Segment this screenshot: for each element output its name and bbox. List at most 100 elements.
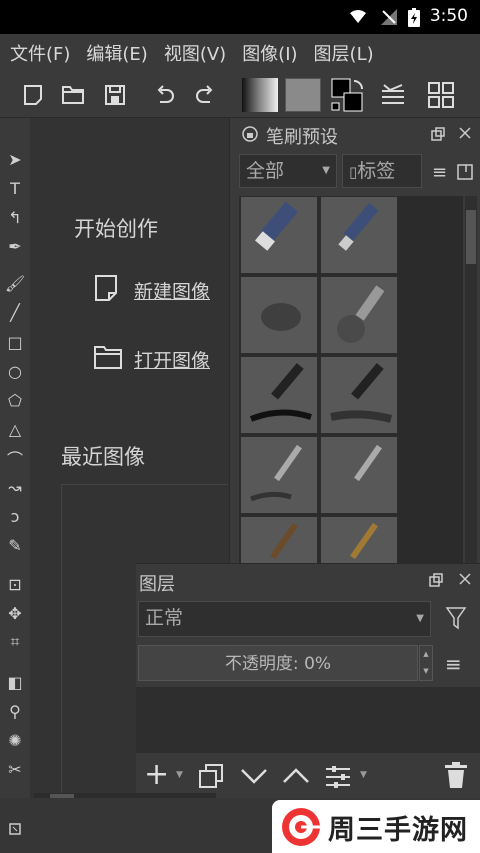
- brush-preset-ink-1[interactable]: [240, 436, 318, 514]
- float-icon[interactable]: [430, 126, 446, 142]
- transform-tool-icon[interactable]: ⊡: [4, 573, 26, 595]
- calligraphy-icon[interactable]: ✒: [4, 235, 26, 257]
- main-toolbar: [0, 72, 480, 118]
- open-button[interactable]: [58, 80, 88, 110]
- select-tool-icon[interactable]: ➤: [4, 148, 26, 170]
- workspace-button[interactable]: [426, 80, 456, 110]
- polygon-tool-icon[interactable]: ⬠: [4, 389, 26, 411]
- move-layer-up-icon[interactable]: [282, 767, 310, 785]
- close-icon[interactable]: [458, 126, 472, 140]
- rectangle-tool-icon[interactable]: □: [4, 331, 26, 353]
- polyline-tool-icon[interactable]: △: [4, 418, 26, 440]
- brush-preset-airbrush[interactable]: [240, 276, 318, 354]
- layers-docker: 图层 正常 ▼ 不透明度: 0% ▲ ▼ ≡ + ▼ ▼: [136, 563, 480, 799]
- brush-settings-icon: [382, 84, 404, 104]
- brush-presets-docker: 笔刷预设 全部 ▼ ▯标签 ≡: [236, 118, 480, 563]
- float-icon[interactable]: [428, 572, 444, 588]
- menu-layer[interactable]: 图层(L): [314, 40, 374, 66]
- battery-icon: [408, 8, 420, 27]
- brush-preset-eraser-1[interactable]: [240, 196, 318, 274]
- dynamic-brush-icon[interactable]: ↄ: [4, 505, 26, 527]
- new-image-link[interactable]: 新建图像: [134, 277, 210, 304]
- ellipse-tool-icon[interactable]: ○: [4, 360, 26, 382]
- brush-docker-title: 笔刷预设: [266, 127, 338, 148]
- smart-patch-icon[interactable]: ✺: [4, 729, 26, 751]
- status-bar: 3:50: [0, 0, 480, 34]
- brush-options-button[interactable]: [378, 80, 408, 110]
- blend-mode-select[interactable]: 正常 ▼: [138, 601, 431, 637]
- gradient-tool-icon[interactable]: ◧: [4, 671, 26, 693]
- freehand-brush-icon[interactable]: 🖌: [4, 272, 26, 294]
- gradient-selector[interactable]: [242, 78, 278, 112]
- canvas-only-icon[interactable]: [8, 822, 22, 836]
- brush-scroll-thumb[interactable]: [466, 210, 476, 264]
- move-tool-icon[interactable]: ✥: [4, 602, 26, 624]
- signal-off-icon: [381, 9, 397, 25]
- new-image-icon: [95, 275, 117, 301]
- layers-docker-title: 图层: [139, 574, 175, 595]
- redo-button[interactable]: [190, 80, 220, 110]
- filter-icon[interactable]: [445, 606, 467, 630]
- docker-lock-icon[interactable]: [242, 126, 258, 142]
- redo-icon: [196, 85, 213, 103]
- opacity-spinner[interactable]: ▲ ▼: [419, 645, 433, 681]
- brush-preset-brush-1[interactable]: [240, 516, 318, 563]
- brush-preset-marker-1[interactable]: [240, 356, 318, 434]
- color-picker-icon[interactable]: ⚲: [4, 700, 26, 722]
- open-image-icon: [94, 346, 122, 369]
- pattern-selector[interactable]: [285, 78, 321, 112]
- layer-list: [136, 687, 480, 753]
- brush-preset-marker-2[interactable]: [320, 356, 398, 434]
- chevron-down-icon: ▼: [322, 165, 330, 176]
- text-tool-icon[interactable]: T: [4, 177, 26, 199]
- start-title: 开始创作: [74, 217, 158, 241]
- line-tool-icon[interactable]: ╱: [4, 301, 26, 323]
- brush-filter-select[interactable]: 全部 ▼: [239, 154, 337, 188]
- clock: 3:50: [429, 6, 468, 26]
- undo-button[interactable]: [150, 80, 180, 110]
- workspace-grid-icon: [428, 82, 454, 108]
- brush-grid-empty: [403, 196, 463, 563]
- color-swap[interactable]: [330, 77, 366, 113]
- delete-layer-icon[interactable]: [444, 761, 468, 789]
- save-icon: [105, 85, 125, 105]
- add-layer-button[interactable]: +: [144, 757, 169, 792]
- watermark-logo: 周三手游网: [272, 800, 480, 853]
- fg-bg-color-icon: [331, 78, 363, 112]
- brush-scrollbar[interactable]: [465, 196, 477, 563]
- view-mode-icon[interactable]: [457, 164, 473, 180]
- duplicate-layer-icon[interactable]: [198, 763, 224, 789]
- opacity-slider[interactable]: 不透明度: 0%: [138, 645, 418, 681]
- menu-edit[interactable]: 编辑(E): [86, 40, 147, 66]
- recent-title: 最近图像: [61, 445, 145, 469]
- bezier-tool-icon[interactable]: ⌒: [4, 447, 26, 469]
- folder-icon: [62, 86, 84, 104]
- watermark-text: 周三手游网: [328, 815, 468, 846]
- new-document-button[interactable]: [18, 80, 48, 110]
- layer-properties-icon[interactable]: [324, 765, 352, 789]
- menu-file[interactable]: 文件(F): [10, 40, 70, 66]
- save-button[interactable]: [100, 80, 130, 110]
- menu-icon[interactable]: ≡: [432, 162, 447, 183]
- menu-view[interactable]: 视图(V): [164, 40, 226, 66]
- menu-image[interactable]: 图像(I): [242, 40, 297, 66]
- brush-preset-ink-2[interactable]: [320, 436, 398, 514]
- close-icon[interactable]: [458, 572, 472, 586]
- multibrush-icon[interactable]: ✎: [4, 534, 26, 556]
- brush-grid: [239, 196, 463, 563]
- undo-icon: [157, 85, 174, 103]
- crop-tool-icon[interactable]: ⌗: [4, 631, 26, 653]
- chevron-down-icon[interactable]: ▼: [360, 770, 367, 780]
- move-layer-down-icon[interactable]: [240, 767, 268, 785]
- freehand-path-icon[interactable]: ↝: [4, 476, 26, 498]
- edit-shapes-icon[interactable]: ↰: [4, 206, 26, 228]
- brush-preset-eraser-2[interactable]: [320, 196, 398, 274]
- tag-button[interactable]: ▯标签: [342, 154, 422, 188]
- chevron-down-icon[interactable]: ▼: [176, 770, 183, 780]
- open-image-link[interactable]: 打开图像: [134, 346, 210, 373]
- brush-preset-brush-2[interactable]: [320, 516, 398, 563]
- assistant-tool-icon[interactable]: ✂: [4, 758, 26, 780]
- brush-preset-pen-tool[interactable]: [320, 276, 398, 354]
- new-document-icon: [24, 85, 42, 105]
- layer-menu-icon[interactable]: ≡: [445, 652, 462, 676]
